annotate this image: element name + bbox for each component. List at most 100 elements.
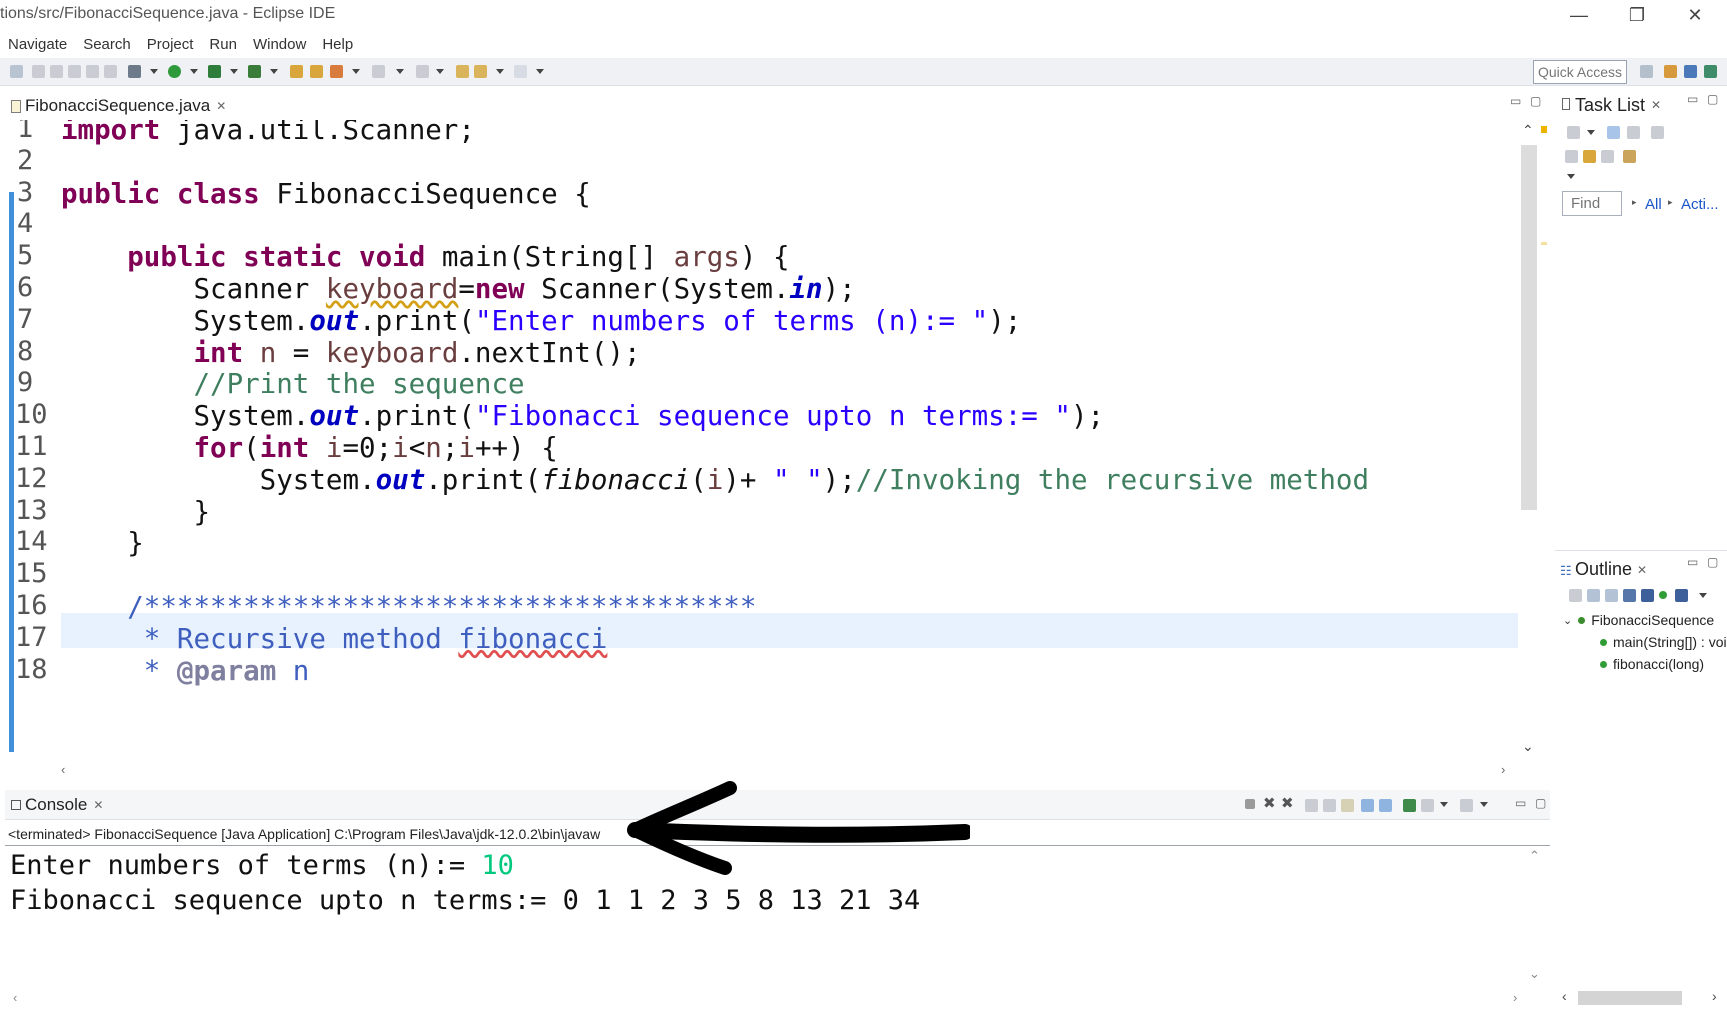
console-minimize-icon[interactable]: ▭ (1515, 796, 1526, 810)
tab-fibonacci-sequence[interactable]: FibonacciSequence.java ✕ (5, 92, 232, 120)
close-button[interactable]: ✕ (1666, 0, 1724, 30)
show-stderr-icon[interactable] (1379, 799, 1392, 812)
save-icon[interactable] (68, 65, 81, 78)
pin-console-icon[interactable] (1403, 799, 1416, 812)
filter-icon[interactable] (1583, 150, 1596, 163)
menu-navigate[interactable]: Navigate (0, 36, 75, 53)
hide-fields-icon[interactable] (1587, 589, 1600, 602)
forward-icon[interactable] (514, 65, 527, 78)
back-dropdown-icon[interactable] (496, 69, 504, 74)
focus-icon[interactable] (1565, 150, 1578, 163)
menu-help[interactable]: Help (314, 36, 361, 53)
scroll-up-icon[interactable]: ⌃ (1522, 122, 1534, 139)
console-close-icon[interactable]: ✕ (93, 798, 103, 812)
hide-nonpublic-icon[interactable] (1623, 589, 1636, 602)
new-java-project-icon[interactable] (290, 65, 303, 78)
scroll-thumb[interactable] (1521, 145, 1537, 510)
outline-maximize-icon[interactable]: ▢ (1707, 555, 1718, 569)
open-console-icon[interactable] (1460, 799, 1473, 812)
display-console-icon[interactable] (1421, 799, 1434, 812)
minimize-button[interactable]: — (1550, 0, 1608, 30)
external-tools-icon[interactable] (248, 65, 261, 78)
code-line[interactable]: System.out.print("Fibonacci sequence upt… (61, 399, 1104, 434)
open-type-icon[interactable] (330, 65, 343, 78)
scroll-lock-icon[interactable] (1323, 799, 1336, 812)
console-scroll-right-icon[interactable]: › (1513, 990, 1517, 1005)
coverage-dropdown-icon[interactable] (230, 69, 238, 74)
code-line[interactable]: * @param n (61, 654, 309, 689)
console-vertical-scrollbar[interactable]: ⌃ ⌄ (1525, 848, 1545, 988)
prev-annotation-icon[interactable] (32, 65, 45, 78)
scroll-left-icon[interactable]: ‹ (61, 762, 65, 777)
outline-scroll-left-icon[interactable]: ‹ (1562, 988, 1567, 1004)
outline-member-main[interactable]: main(String[]) : void (1600, 634, 1727, 650)
code-line[interactable]: public class FibonacciSequence { (61, 177, 591, 212)
overview-ruler[interactable] (1541, 120, 1547, 760)
minimize-editor-icon[interactable]: ▭ (1510, 94, 1521, 108)
debug-dropdown-icon[interactable] (150, 69, 158, 74)
run-icon[interactable] (168, 65, 181, 78)
code-line[interactable]: int n = keyboard.nextInt(); (61, 336, 641, 371)
task-list-title[interactable]: Task List (1575, 95, 1645, 116)
activate-link[interactable]: Acti... (1681, 196, 1719, 213)
open-perspective-icon[interactable] (1640, 65, 1653, 78)
code-line[interactable]: } (61, 495, 210, 530)
console-scroll-left-icon[interactable]: ‹ (13, 990, 17, 1005)
code-line[interactable]: Scanner keyboard=new Scanner(System.in); (61, 272, 856, 307)
outline-member-fibonacci[interactable]: fibonacci(long) (1600, 656, 1704, 672)
outline-scroll-right-icon[interactable]: › (1712, 988, 1717, 1004)
show-public-icon[interactable] (1659, 591, 1667, 599)
code-line[interactable]: System.out.print("Enter numbers of terms… (61, 304, 1021, 339)
debug-icon[interactable] (128, 65, 141, 78)
editor-vertical-scrollbar[interactable]: ⌃ ⌄ (1518, 120, 1540, 760)
next-edit-icon[interactable] (416, 65, 429, 78)
tab-close-icon[interactable]: ✕ (216, 99, 226, 113)
terminate-icon[interactable] (1245, 799, 1255, 809)
maximize-editor-icon[interactable]: ▢ (1530, 94, 1541, 108)
outline-menu-dropdown-icon[interactable] (1699, 593, 1707, 598)
external-tools-dropdown-icon[interactable] (270, 69, 278, 74)
show-stdout-icon[interactable] (1361, 799, 1374, 812)
warning-marker[interactable] (1541, 126, 1547, 133)
console-scroll-up-icon[interactable]: ⌃ (1529, 848, 1540, 864)
task-list-maximize-icon[interactable]: ▢ (1707, 92, 1718, 106)
sort-icon[interactable] (1569, 589, 1582, 602)
remove-all-terminated-icon[interactable]: ✖ (1281, 794, 1294, 812)
hide-local-types-icon[interactable] (1641, 589, 1654, 602)
link-editor-icon[interactable] (1675, 589, 1688, 602)
open-console-dropdown-icon[interactable] (1480, 802, 1488, 807)
categorize-icon[interactable] (1607, 126, 1620, 139)
pilcrow-icon[interactable] (104, 65, 117, 78)
clear-console-icon[interactable] (1305, 799, 1318, 812)
restore-button[interactable]: ❐ (1608, 0, 1666, 30)
expand-chevron-icon[interactable]: ⌄ (1563, 614, 1572, 627)
run-dropdown-icon[interactable] (190, 69, 198, 74)
code-line[interactable]: System.out.print(fibonacci(i)+ " ");//In… (61, 463, 1369, 498)
hide-static-icon[interactable] (1605, 589, 1618, 602)
console-horizontal-scrollbar[interactable]: ‹ › (5, 990, 1525, 1010)
code-line[interactable]: import java.util.Scanner; (61, 120, 475, 148)
debug-perspective-icon[interactable] (1704, 65, 1717, 78)
outline-horizontal-scrollbar[interactable]: ‹ › (1560, 988, 1727, 1008)
menu-window[interactable]: Window (245, 36, 314, 53)
schedule-icon[interactable] (1627, 126, 1640, 139)
scroll-right-icon[interactable]: › (1501, 762, 1505, 777)
sync-icon[interactable] (1651, 126, 1664, 139)
code-line[interactable]: for(int i=0;i<n;i++) { (61, 431, 558, 466)
word-wrap-icon[interactable] (1341, 799, 1354, 812)
tab-console[interactable]: Console ✕ (5, 791, 109, 819)
new-task-icon[interactable] (1567, 126, 1580, 139)
outline-title[interactable]: Outline (1575, 559, 1632, 580)
menu-project[interactable]: Project (139, 36, 202, 53)
code-editor[interactable]: 123456789101112131415161718 import java.… (5, 120, 1518, 760)
view-menu-dropdown-icon[interactable] (1567, 174, 1575, 179)
collapse-all-icon[interactable] (1601, 150, 1614, 163)
next-edit-dropdown-icon[interactable] (436, 69, 444, 74)
console-scroll-down-icon[interactable]: ⌄ (1529, 966, 1540, 982)
menu-run[interactable]: Run (201, 36, 245, 53)
scroll-down-icon[interactable]: ⌄ (1522, 738, 1534, 755)
save-all-icon[interactable] (86, 65, 99, 78)
code-line[interactable]: public static void main(String[] args) { (61, 240, 790, 275)
outline-scroll-thumb[interactable] (1578, 991, 1682, 1005)
java-perspective-icon[interactable] (1684, 65, 1697, 78)
